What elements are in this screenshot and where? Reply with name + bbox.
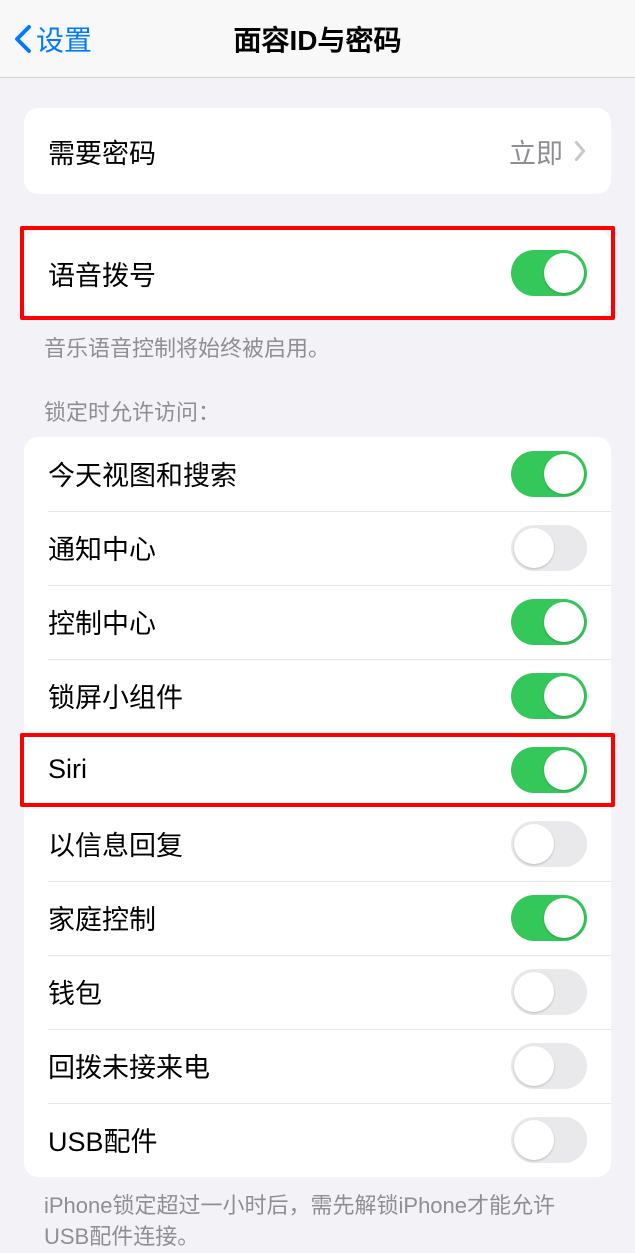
notification-center-toggle[interactable] — [511, 525, 587, 571]
usb-accessories-row: USB配件 — [24, 1103, 611, 1177]
notification-center-label: 通知中心 — [48, 528, 156, 567]
require-passcode-row[interactable]: 需要密码 立即 — [24, 108, 611, 194]
back-label: 设置 — [36, 19, 92, 59]
today-view-label: 今天视图和搜索 — [48, 454, 237, 493]
siri-label: Siri — [48, 754, 87, 785]
voice-dial-row: 语音拨号 — [24, 230, 611, 316]
siri-highlight: Siri — [20, 733, 615, 807]
chevron-left-icon — [14, 24, 32, 54]
lock-access-header: 锁定时允许访问： — [0, 365, 635, 437]
control-center-row: 控制中心 — [24, 585, 611, 659]
control-center-label: 控制中心 — [48, 602, 156, 641]
home-control-label: 家庭控制 — [48, 898, 156, 937]
reply-message-row: 以信息回复 — [24, 807, 611, 881]
navigation-bar: 设置 面容ID与密码 — [0, 0, 635, 78]
siri-row: Siri — [24, 737, 611, 803]
notification-center-row: 通知中心 — [24, 511, 611, 585]
lock-access-card-top: 今天视图和搜索 通知中心 控制中心 锁屏小组件 — [24, 437, 611, 733]
today-view-row: 今天视图和搜索 — [24, 437, 611, 511]
wallet-toggle[interactable] — [511, 969, 587, 1015]
voice-dial-label: 语音拨号 — [48, 254, 156, 293]
return-missed-label: 回拨未接来电 — [48, 1046, 210, 1085]
usb-accessories-toggle[interactable] — [511, 1117, 587, 1163]
chevron-right-icon — [573, 140, 587, 162]
usb-footer: iPhone锁定超过一小时后，需先解锁iPhone才能允许USB配件连接。 — [0, 1177, 635, 1253]
siri-toggle[interactable] — [511, 747, 587, 793]
page-title: 面容ID与密码 — [233, 19, 401, 59]
voice-dial-highlight: 语音拨号 — [20, 226, 615, 320]
require-passcode-label: 需要密码 — [48, 132, 156, 171]
lock-access-card-bottom: 以信息回复 家庭控制 钱包 回拨未接来电 USB配件 — [24, 807, 611, 1177]
reply-message-label: 以信息回复 — [48, 824, 183, 863]
return-missed-toggle[interactable] — [511, 1043, 587, 1089]
usb-accessories-label: USB配件 — [48, 1120, 158, 1159]
wallet-row: 钱包 — [24, 955, 611, 1029]
lockscreen-widgets-toggle[interactable] — [511, 673, 587, 719]
voice-dial-footer: 音乐语音控制将始终被启用。 — [0, 320, 635, 365]
home-control-row: 家庭控制 — [24, 881, 611, 955]
home-control-toggle[interactable] — [511, 895, 587, 941]
return-missed-row: 回拨未接来电 — [24, 1029, 611, 1103]
voice-dial-toggle[interactable] — [511, 250, 587, 296]
require-passcode-card: 需要密码 立即 — [24, 108, 611, 194]
reply-message-toggle[interactable] — [511, 821, 587, 867]
require-passcode-value: 立即 — [509, 132, 563, 171]
wallet-label: 钱包 — [48, 972, 102, 1011]
lockscreen-widgets-label: 锁屏小组件 — [48, 676, 183, 715]
lockscreen-widgets-row: 锁屏小组件 — [24, 659, 611, 733]
today-view-toggle[interactable] — [511, 451, 587, 497]
back-button[interactable]: 设置 — [14, 19, 92, 59]
require-passcode-value-wrap: 立即 — [509, 132, 587, 171]
control-center-toggle[interactable] — [511, 599, 587, 645]
